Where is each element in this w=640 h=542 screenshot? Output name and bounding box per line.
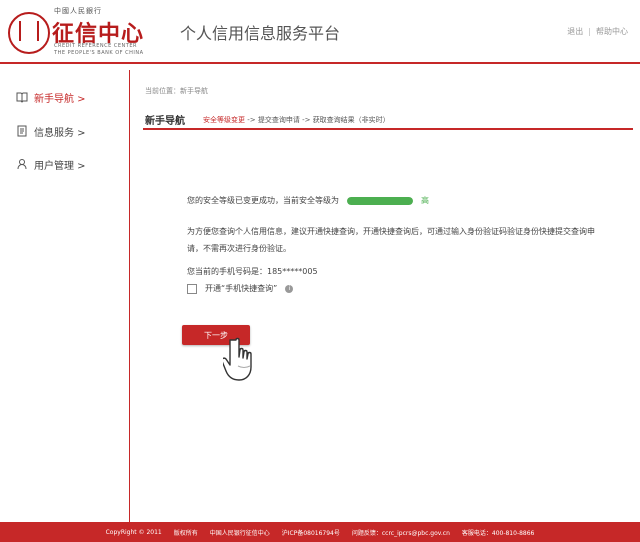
quick-query-label[interactable]: 开通“手机快捷查询”	[205, 283, 277, 294]
sidebar-item-label: 用户管理 >	[34, 160, 86, 172]
main-content: 当前位置：新手导航 新手导航 安全等级变更 -> 提交查询申请 -> 获取查询结…	[135, 70, 635, 520]
phone-number-text: 您当前的手机号码是：185*****005	[187, 267, 318, 276]
security-level-bar	[347, 196, 413, 205]
logo-subtitle-en: CREDIT REFERENCE CENTER	[54, 43, 137, 49]
book-icon	[16, 91, 28, 103]
footer: CopyRight © 2011 版权所有 中国人民银行征信中心 沪ICP备08…	[0, 522, 640, 542]
header: 中國人民銀行 征信中心 CREDIT REFERENCE CENTER THE …	[0, 0, 640, 62]
section-header: 新手导航 安全等级变更 -> 提交查询申请 -> 获取查询结果（非实时）	[143, 108, 633, 130]
step-get-result: 获取查询结果（非实时）	[312, 116, 390, 124]
footer-icp[interactable]: 沪ICP备08016794号	[282, 528, 340, 537]
security-message: 您的安全等级已变更成功，当前安全等级为	[187, 196, 339, 205]
sidebar-item-label: 新手导航 >	[34, 93, 86, 105]
document-icon	[16, 125, 28, 137]
user-icon	[16, 158, 28, 170]
footer-copyright: CopyRight © 2011	[105, 528, 162, 536]
step-security-change: 安全等级变更	[203, 116, 245, 124]
footer-org: 中国人民银行征信中心	[209, 529, 270, 537]
quick-query-option: 开通“手机快捷查询” i	[187, 283, 294, 294]
sidebar: 新手导航 > 信息服务 > 用户管理 >	[0, 72, 128, 522]
section-title: 新手导航	[145, 116, 185, 127]
security-level-fill	[347, 196, 413, 205]
top-links: 退出 | 帮助中心	[567, 26, 628, 37]
hand-pointer-icon	[223, 337, 252, 381]
sidebar-divider	[129, 70, 130, 522]
footer-hotline: 客服电话：400-810-8866	[461, 529, 535, 537]
sidebar-item-guide[interactable]: 新手导航 >	[16, 87, 116, 107]
breadcrumb: 当前位置：新手导航	[145, 87, 208, 95]
security-level-text: 高	[421, 196, 429, 205]
info-icon[interactable]: i	[285, 284, 294, 293]
sidebar-item-user-management[interactable]: 用户管理 >	[16, 154, 116, 174]
step-arrow: ->	[245, 116, 258, 124]
emblem-icon	[8, 12, 50, 54]
logo-subtitle-bank: THE PEOPLE'S BANK OF CHINA	[54, 50, 144, 56]
footer-rights: 版权所有	[173, 529, 198, 537]
sidebar-item-info-service[interactable]: 信息服务 >	[16, 121, 116, 141]
header-divider	[0, 62, 640, 64]
sidebar-item-label: 信息服务 >	[34, 127, 86, 139]
help-center-link[interactable]: 帮助中心	[596, 27, 628, 36]
security-level-row: 您的安全等级已变更成功，当前安全等级为 高	[187, 195, 429, 206]
logout-link[interactable]: 退出	[567, 27, 583, 36]
info-paragraph: 为方便您查询个人信用信息，建议开通快捷查询，开通快捷查询后，可通过输入身份验证码…	[187, 227, 595, 253]
logo-top-text: 中國人民銀行	[54, 7, 102, 15]
footer-feedback[interactable]: 问题反馈：ccrc_ipcrs@pbc.gov.cn	[352, 528, 450, 537]
quick-query-checkbox[interactable]	[187, 283, 197, 294]
step-indicator: 安全等级变更 -> 提交查询申请 -> 获取查询结果（非实时）	[203, 115, 390, 125]
step-submit-query: 提交查询申请	[257, 116, 300, 124]
link-separator: |	[588, 27, 591, 36]
credit-center-logo[interactable]: 中國人民銀行 征信中心 CREDIT REFERENCE CENTER THE …	[8, 6, 158, 58]
step-arrow: ->	[299, 116, 313, 124]
platform-title: 个人信用信息服务平台	[180, 24, 341, 43]
